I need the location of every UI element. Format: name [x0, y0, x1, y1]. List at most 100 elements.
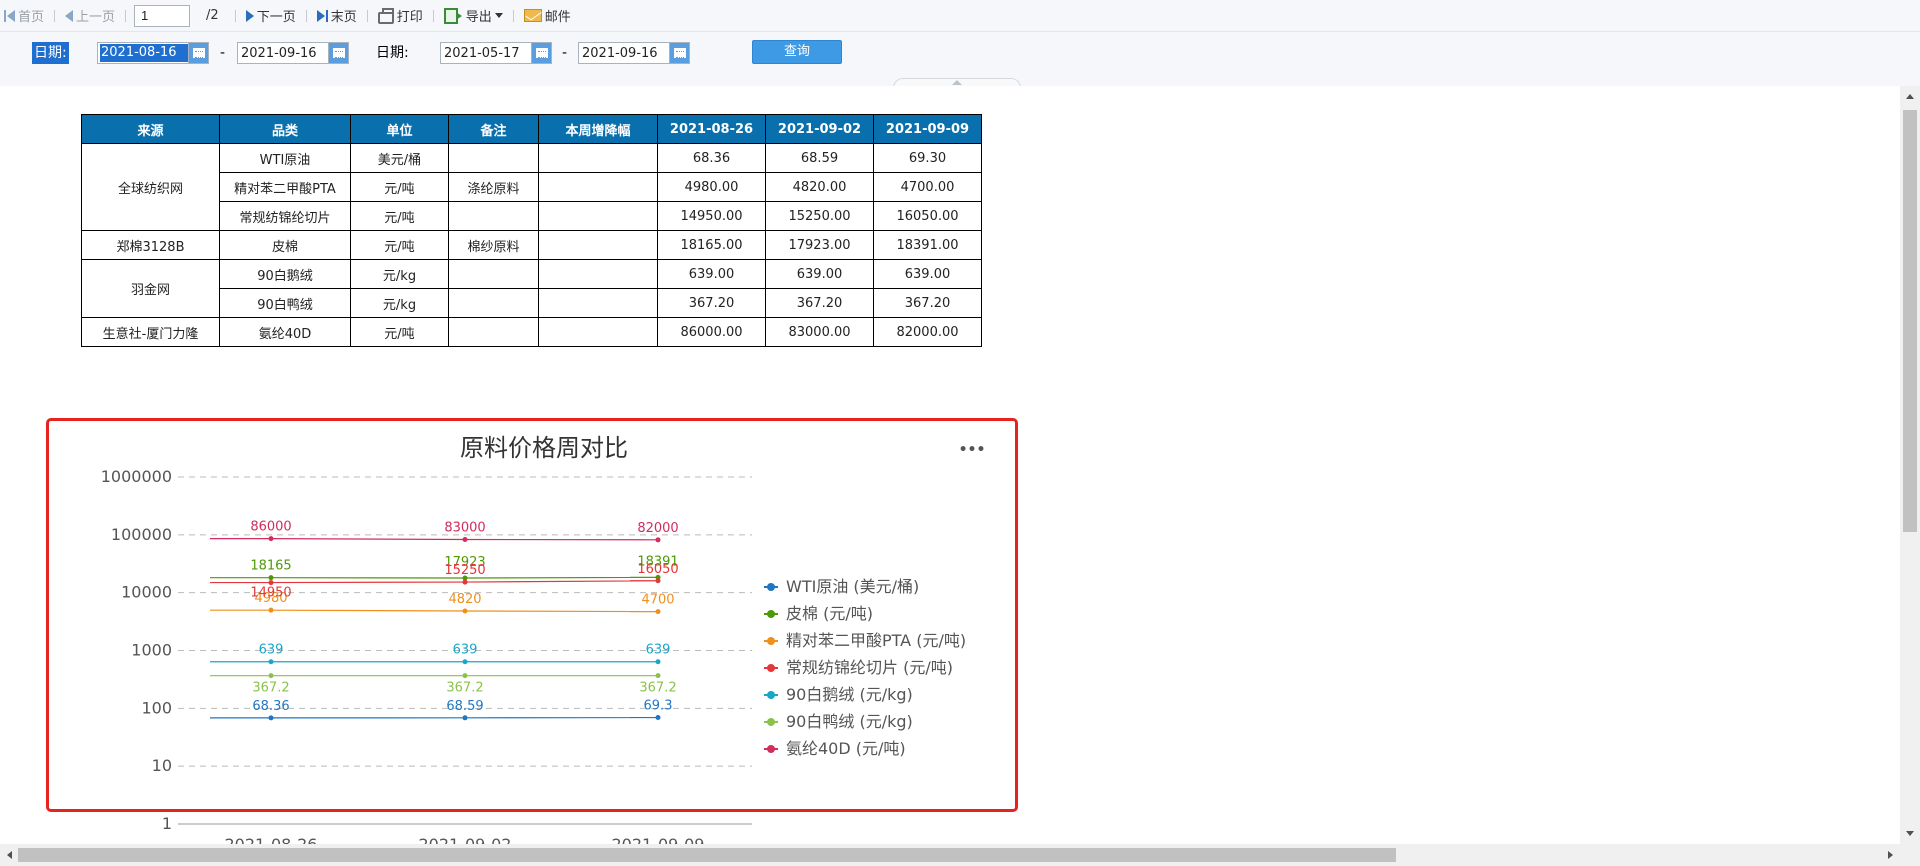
scroll-left-icon[interactable] [7, 851, 12, 859]
chart-title: 原料价格周对比 [460, 434, 628, 462]
last-page-icon [325, 9, 328, 22]
mail-label: 邮件 [544, 10, 571, 25]
data-label: 639 [646, 643, 671, 658]
toolbar-divider [512, 9, 514, 22]
data-label: 83000 [444, 521, 485, 536]
legend-marker [767, 745, 775, 753]
date1-to-value: 2021-09-16 [241, 45, 317, 61]
horizontal-scrollbar[interactable] [0, 844, 1900, 866]
y-tick-label: 100 [141, 698, 172, 717]
date2-to-field[interactable]: 2021-09-16 [578, 42, 690, 64]
legend-label: 皮棉 (元/吨) [786, 604, 873, 623]
calendar-icon[interactable] [669, 43, 689, 63]
data-label: 18165 [250, 559, 291, 574]
filter-bar: 日期: 2021-08-16 - 2021-09-16 日期: 2021-05-… [0, 32, 1920, 88]
date2-from-value: 2021-05-17 [444, 45, 520, 61]
toolbar-divider [54, 9, 56, 22]
toolbar-divider [305, 9, 307, 22]
legend-label: 常规纺锦纶切片 (元/吨) [786, 658, 953, 677]
data-point [462, 673, 468, 679]
data-point [462, 608, 468, 614]
legend-marker [767, 610, 775, 618]
data-label: 639 [259, 643, 284, 658]
data-point [268, 715, 274, 721]
next-page-icon [245, 9, 254, 22]
data-point [268, 673, 274, 679]
date1-from-value: 2021-08-16 [100, 44, 188, 62]
legend-marker [767, 583, 775, 591]
legend-label: 90白鸭绒 (元/kg) [786, 712, 913, 731]
data-point [655, 609, 661, 615]
prev-page-label: 上一页 [76, 10, 116, 25]
first-page-arrow-icon [7, 9, 15, 22]
export-button[interactable]: 导出 [440, 4, 507, 28]
data-label: 15250 [444, 563, 485, 578]
series-line [210, 580, 659, 584]
last-page-button[interactable]: 末页 [313, 4, 361, 28]
data-point [655, 537, 661, 543]
mail-icon [523, 9, 542, 22]
date-range-dash: - [220, 45, 226, 61]
data-label: 82000 [637, 521, 678, 536]
date2-from-field[interactable]: 2021-05-17 [440, 42, 552, 64]
legend-label: 精对苯二甲酸PTA (元/吨) [786, 631, 966, 650]
series-line [210, 576, 659, 579]
pager-toolbar: 首页 上一页 /2 下一页 末页 打印 导出 [0, 0, 1920, 32]
last-page-label: 末页 [330, 10, 357, 25]
legend-marker [767, 664, 775, 672]
data-point [655, 715, 661, 721]
legend-label: 90白鹅绒 (元/kg) [786, 685, 913, 704]
page-total: /2 [206, 8, 219, 23]
scroll-right-icon[interactable] [1888, 851, 1893, 859]
toolbar-divider [432, 9, 434, 22]
data-point [462, 537, 468, 543]
page-number-input[interactable] [134, 4, 191, 27]
chart-menu-icon[interactable]: ••• [959, 442, 986, 458]
mail-button[interactable]: 邮件 [520, 4, 575, 28]
data-label: 367.2 [252, 681, 289, 696]
scrollbar-corner [1900, 844, 1920, 866]
y-tick-label: 1000000 [101, 467, 172, 486]
export-icon [443, 7, 462, 24]
first-page-button[interactable]: 首页 [0, 4, 48, 28]
legend-label: 氨纶40D (元/吨) [786, 739, 906, 758]
scroll-down-icon[interactable] [1906, 831, 1914, 836]
data-label: 86000 [250, 520, 291, 535]
x-tick-label: 2021-09-02 [419, 835, 512, 844]
horizontal-scroll-thumb[interactable] [18, 848, 1396, 862]
print-button[interactable]: 打印 [374, 4, 427, 28]
scroll-up-icon[interactable] [1906, 94, 1914, 99]
y-tick-label: 100000 [111, 525, 172, 544]
printer-icon [377, 8, 394, 24]
y-tick-label: 1000 [131, 641, 172, 660]
vertical-scrollbar[interactable] [1900, 86, 1920, 844]
calendar-icon[interactable] [328, 43, 348, 63]
query-button[interactable]: 查询 [752, 40, 842, 64]
toolbar-divider [125, 9, 127, 22]
calendar-icon[interactable] [188, 43, 208, 63]
series-line [210, 538, 659, 541]
export-label: 导出 [465, 10, 492, 25]
data-label: 14950 [250, 586, 291, 601]
legend-marker [767, 691, 775, 699]
data-label: 68.36 [252, 699, 289, 714]
first-page-label: 首页 [18, 10, 45, 25]
date1-from-field[interactable]: 2021-08-16 [97, 42, 209, 64]
data-point [268, 580, 274, 586]
toolbar-divider [234, 9, 236, 22]
x-tick-label: 2021-08-26 [225, 835, 318, 844]
data-point [462, 659, 468, 665]
print-label: 打印 [396, 10, 423, 25]
date1-to-field[interactable]: 2021-09-16 [237, 42, 349, 64]
data-point [655, 659, 661, 665]
date2-to-value: 2021-09-16 [582, 45, 658, 61]
data-label: 639 [453, 643, 478, 658]
vertical-scroll-thumb[interactable] [1903, 110, 1917, 532]
next-page-button[interactable]: 下一页 [242, 4, 300, 28]
data-point [655, 578, 661, 584]
price-comparison-chart: 原料价格周对比 ••• 1 10 100 1000 10000 100000 1000000 20… [101, 434, 986, 844]
data-point [268, 607, 274, 613]
calendar-icon[interactable] [531, 43, 551, 63]
report-content: 来源 品类 单位 备注 本周增降幅 2021-08-26 2021-09-02 … [0, 86, 1900, 844]
prev-page-button[interactable]: 上一页 [61, 4, 119, 28]
